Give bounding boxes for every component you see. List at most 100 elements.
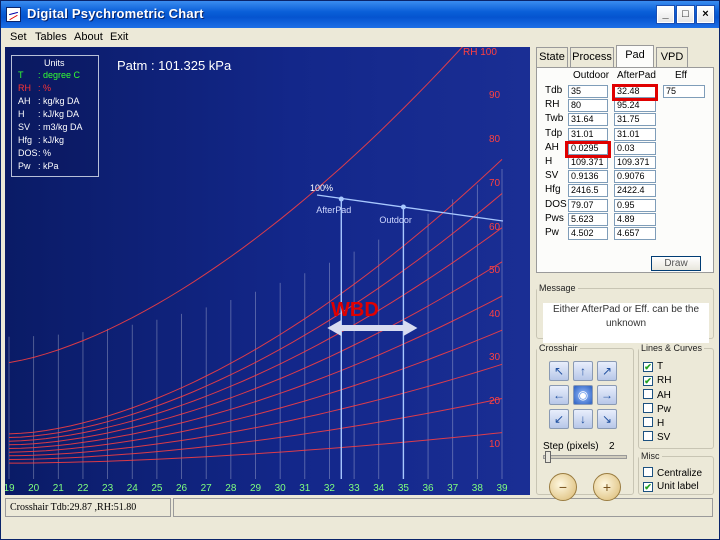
- outdoor-field[interactable]: 31.01: [568, 127, 608, 141]
- x-tick-label: 22: [77, 483, 89, 494]
- x-tick-label: 19: [5, 483, 15, 494]
- crosshair-group: Crosshair ↖ ↑ ↗ ← ◉ → ↙ ↓ ↘ Step (pixels…: [536, 343, 634, 501]
- outdoor-field[interactable]: 5.623: [568, 212, 608, 226]
- arrow-down-icon[interactable]: ↓: [573, 409, 593, 429]
- wbd-arrow-right-head: [403, 320, 418, 336]
- step-slider-thumb[interactable]: [545, 451, 551, 463]
- x-tick-label: 20: [28, 483, 40, 494]
- afterpad-field[interactable]: 0.03: [614, 141, 656, 155]
- checkbox-t[interactable]: ✔ T: [643, 361, 663, 372]
- eff-field[interactable]: 75: [663, 85, 705, 98]
- menu-tables[interactable]: Tables: [35, 31, 67, 43]
- row-label: Hfg: [545, 184, 561, 196]
- afterpad-field[interactable]: 0.95: [614, 198, 656, 212]
- tab-pad[interactable]: Pad: [616, 45, 654, 68]
- row-label: Tdp: [545, 127, 563, 139]
- tab-process[interactable]: Process: [570, 47, 614, 67]
- unit-row: RH: %: [18, 83, 51, 93]
- arrow-down-right-icon[interactable]: ↘: [597, 409, 617, 429]
- draw-button[interactable]: Draw: [651, 256, 701, 271]
- twb-highlight: [565, 141, 611, 158]
- checkbox-label: T: [657, 361, 664, 372]
- status-bar-panel: [173, 498, 713, 517]
- checkbox-label: H: [657, 418, 665, 429]
- checkbox-box[interactable]: ✔: [643, 376, 653, 386]
- arrow-down-left-icon[interactable]: ↙: [549, 409, 569, 429]
- arrow-up-icon[interactable]: ↑: [573, 361, 593, 381]
- menu-exit[interactable]: Exit: [110, 31, 128, 43]
- checkbox-box[interactable]: ✔: [643, 482, 653, 492]
- arrow-left-icon[interactable]: ←: [549, 385, 569, 405]
- afterpad-field[interactable]: 95.24: [614, 99, 656, 113]
- chart-app-icon: [6, 7, 21, 22]
- unit-value: : kJ/kg: [38, 135, 65, 145]
- unit-symbol: DOS: [18, 148, 38, 158]
- outdoor-field[interactable]: 4.502: [568, 227, 608, 240]
- checkbox-box[interactable]: ✔: [643, 362, 653, 372]
- afterpad-field[interactable]: 0.9076: [614, 170, 656, 184]
- zoom-out-icon[interactable]: −: [549, 473, 577, 501]
- outdoor-field[interactable]: 80: [568, 99, 608, 113]
- unit-value: : kPa: [38, 161, 59, 171]
- outdoor-field[interactable]: 79.07: [568, 198, 608, 212]
- checkbox-centralize[interactable]: Centralize: [643, 467, 702, 479]
- wbd-label: WBD: [331, 299, 379, 321]
- maximize-button[interactable]: □: [677, 6, 694, 23]
- checkbox-label: Unit label: [657, 481, 699, 492]
- checkbox-box[interactable]: [643, 389, 653, 399]
- checkbox-h[interactable]: H: [643, 417, 664, 429]
- x-tick-label: 27: [201, 483, 213, 494]
- arrow-up-right-icon[interactable]: ↗: [597, 361, 617, 381]
- checkbox-label: SV: [657, 432, 671, 443]
- units-legend: Units T: degree C RH: % AH: kg/kg DA H: kJ/…: [11, 55, 99, 177]
- x-tick-label: 29: [250, 483, 262, 494]
- x-tick-label: 31: [299, 483, 311, 494]
- unit-row: AH: kg/kg DA: [18, 96, 80, 106]
- unit-row: Pw: kPa: [18, 161, 59, 171]
- checkbox-box[interactable]: [643, 417, 653, 427]
- tab-state[interactable]: State: [536, 47, 568, 67]
- afterpad-field[interactable]: 4.89: [614, 212, 656, 226]
- close-button[interactable]: ×: [697, 6, 714, 23]
- message-text: Either AfterPad or Eff. can be the unkno…: [543, 303, 709, 343]
- x-tick-label: 38: [472, 483, 484, 494]
- unit-row: H: kJ/kg DA: [18, 109, 79, 119]
- x-tick-label: 32: [324, 483, 336, 494]
- zoom-in-icon[interactable]: +: [593, 473, 621, 501]
- checkbox-rh[interactable]: ✔ RH: [643, 375, 671, 386]
- checkbox-sv[interactable]: SV: [643, 431, 670, 443]
- menu-about[interactable]: About: [74, 31, 103, 43]
- x-tick-label: 39: [496, 483, 508, 494]
- process-point: [400, 204, 406, 210]
- outdoor-field[interactable]: 31.64: [568, 113, 608, 127]
- title-bar[interactable]: Digital Psychrometric Chart _ □ ×: [1, 1, 719, 28]
- checkbox-ah[interactable]: AH: [643, 389, 671, 401]
- rh-label: 50: [489, 265, 501, 276]
- outdoor-field[interactable]: 35: [568, 85, 608, 98]
- minimize-button[interactable]: _: [657, 6, 674, 23]
- afterpad-field[interactable]: 4.657: [614, 227, 656, 240]
- rh-label: 40: [489, 309, 501, 320]
- checkbox-box[interactable]: [643, 467, 653, 477]
- x-tick-label: 23: [102, 483, 114, 494]
- checkbox-unit-label[interactable]: ✔ Unit label: [643, 481, 699, 492]
- checkbox-pw[interactable]: Pw: [643, 403, 671, 415]
- afterpad-field[interactable]: 31.75: [614, 113, 656, 127]
- afterpad-field[interactable]: 31.01: [614, 127, 656, 141]
- tab-vpd[interactable]: VPD: [656, 47, 688, 67]
- checkbox-box[interactable]: [643, 403, 653, 413]
- menu-set[interactable]: Set: [10, 31, 27, 43]
- checkbox-box[interactable]: [643, 431, 653, 441]
- globe-center-icon[interactable]: ◉: [573, 385, 593, 405]
- unit-value: : degree C: [38, 70, 81, 80]
- arrow-up-left-icon[interactable]: ↖: [549, 361, 569, 381]
- arrow-right-icon[interactable]: →: [597, 385, 617, 405]
- rh-label: 60: [489, 222, 501, 233]
- step-slider[interactable]: [543, 455, 627, 459]
- outdoor-field[interactable]: 0.9136: [568, 170, 608, 184]
- afterpad-field[interactable]: 2422.4: [614, 184, 656, 198]
- rh-label: RH 100: [463, 47, 497, 58]
- outdoor-field[interactable]: 2416.5: [568, 184, 608, 198]
- process-point-label: Outdoor: [379, 215, 412, 225]
- afterpad-field[interactable]: 109.371: [614, 156, 656, 169]
